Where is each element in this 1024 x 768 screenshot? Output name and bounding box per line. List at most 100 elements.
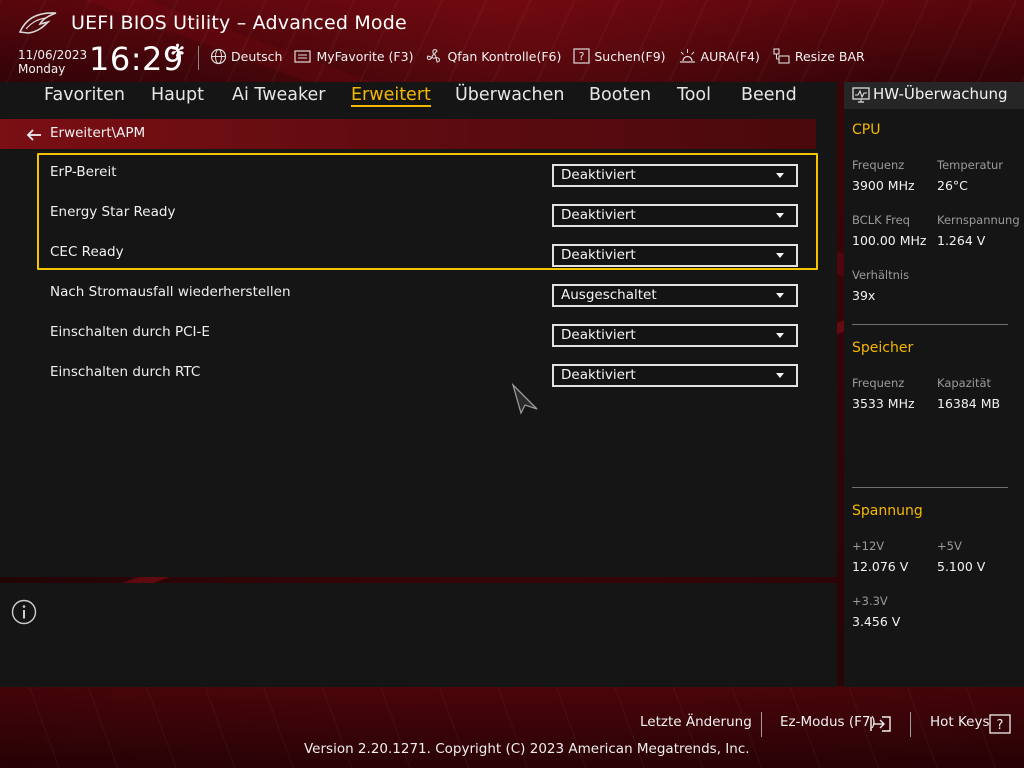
mem-freq-label: Frequenz — [852, 376, 905, 390]
footer-divider — [761, 712, 762, 737]
caret-down-icon — [776, 293, 784, 298]
mouse-pointer-icon — [511, 382, 539, 419]
caret-down-icon — [776, 253, 784, 258]
date-text: 11/06/2023 — [18, 48, 88, 62]
erp-dropdown[interactable]: Deaktiviert — [552, 164, 798, 187]
ratio-label: Verhältnis — [852, 268, 910, 282]
tab-ai-tweaker[interactable]: Ai Tweaker — [232, 85, 325, 105]
tab-ueberwachen[interactable]: Überwachen — [455, 85, 565, 105]
aura-light-icon — [678, 48, 697, 64]
hot-keys-button[interactable]: Hot Keys — [930, 714, 990, 730]
v12-value: 12.076 V — [852, 559, 909, 574]
vcore-value: 1.264 V — [937, 233, 986, 248]
language-label: Deutsch — [231, 48, 283, 64]
setting-label: Energy Star Ready — [50, 204, 176, 220]
dropdown-value: Deaktiviert — [561, 167, 636, 183]
footer-divider — [910, 712, 911, 737]
info-icon — [11, 599, 37, 629]
ratio-value: 39x — [852, 288, 876, 303]
tab-haupt[interactable]: Haupt — [151, 85, 204, 105]
bclk-label: BCLK Freq — [852, 213, 910, 227]
v33-label: +3.3V — [852, 594, 888, 608]
gear-icon[interactable]: ✻ — [170, 41, 185, 62]
memory-heading: Speicher — [852, 340, 914, 356]
svg-text:?: ? — [579, 50, 585, 63]
myfavorite-icon — [294, 49, 312, 64]
dropdown-value: Deaktiviert — [561, 207, 636, 223]
dropdown-value: Deaktiviert — [561, 327, 636, 343]
setting-row-erp: ErP-Bereit Deaktiviert — [0, 164, 837, 204]
v12-label: +12V — [852, 539, 885, 553]
breadcrumb: Erweitert\APM — [0, 119, 816, 149]
cpu-freq-value: 3900 MHz — [852, 178, 915, 193]
app-title: UEFI BIOS Utility – Advanced Mode — [71, 12, 407, 34]
cpu-heading: CPU — [852, 122, 881, 138]
setting-row-power-loss: Nach Stromausfall wiederherstellen Ausge… — [0, 284, 837, 324]
mem-freq-value: 3533 MHz — [852, 396, 915, 411]
myfavorite-label: MyFavorite (F3) — [316, 48, 414, 64]
cec-dropdown[interactable]: Deaktiviert — [552, 244, 798, 267]
caret-down-icon — [776, 373, 784, 378]
tab-erweitert[interactable]: Erweitert — [351, 85, 431, 107]
language-button[interactable]: Deutsch — [210, 48, 282, 65]
monitor-icon — [852, 87, 870, 108]
setting-label: Nach Stromausfall wiederherstellen — [50, 284, 291, 300]
tab-booten[interactable]: Booten — [589, 85, 651, 105]
back-arrow-icon[interactable] — [26, 127, 42, 146]
globe-icon — [210, 48, 227, 65]
tab-beend[interactable]: Beend — [741, 85, 797, 105]
search-label: Suchen(F9) — [594, 48, 666, 64]
tab-tool[interactable]: Tool — [677, 85, 711, 105]
hw-monitor-header: HW-Überwachung — [844, 82, 1024, 109]
bclk-value: 100.00 MHz — [852, 233, 927, 248]
setting-row-rtc-wake: Einschalten durch RTC Deaktiviert — [0, 364, 837, 404]
help-panel — [0, 583, 837, 687]
last-change-button[interactable]: Letzte Änderung — [640, 714, 752, 730]
vcore-label: Kernspannung — [937, 213, 1020, 227]
resize-bar-button[interactable]: Resize BAR — [772, 47, 865, 65]
hw-monitor-panel: HW-Überwachung CPU Frequenz Temperatur 3… — [844, 82, 1024, 687]
tab-favoriten[interactable]: Favoriten — [44, 85, 125, 105]
rtc-wake-dropdown[interactable]: Deaktiviert — [552, 364, 798, 387]
pcie-wake-dropdown[interactable]: Deaktiviert — [552, 324, 798, 347]
setting-row-cec: CEC Ready Deaktiviert — [0, 244, 837, 284]
setting-label: CEC Ready — [50, 244, 124, 260]
cpu-temp-value: 26°C — [937, 178, 968, 193]
setting-label: Einschalten durch RTC — [50, 364, 201, 380]
main-nav-tabs: Favoriten Haupt Ai Tweaker Erweitert Übe… — [0, 82, 837, 112]
fan-icon — [425, 48, 443, 65]
power-loss-dropdown[interactable]: Ausgeschaltet — [552, 284, 798, 307]
myfavorite-button[interactable]: MyFavorite (F3) — [294, 49, 413, 64]
mem-cap-label: Kapazität — [937, 376, 992, 390]
cpu-temp-label: Temperatur — [937, 158, 1004, 172]
exit-arrow-icon[interactable] — [870, 715, 892, 737]
dropdown-value: Ausgeschaltet — [561, 287, 657, 303]
aura-button[interactable]: AURA(F4) — [678, 48, 760, 64]
energy-star-dropdown[interactable]: Deaktiviert — [552, 204, 798, 227]
qfan-label: Qfan Kontrolle(F6) — [447, 48, 562, 64]
help-question-icon[interactable]: ? — [989, 714, 1011, 738]
dropdown-value: Deaktiviert — [561, 367, 636, 383]
v5-value: 5.100 V — [937, 559, 986, 574]
setting-row-energy-star: Energy Star Ready Deaktiviert — [0, 204, 837, 244]
date-display: 11/06/2023 Monday — [18, 48, 87, 76]
rog-logo — [18, 10, 58, 36]
header-divider — [198, 46, 199, 70]
hw-monitor-title: HW-Überwachung — [873, 85, 1008, 103]
search-button[interactable]: ? Suchen(F9) — [573, 48, 666, 64]
aura-label: AURA(F4) — [700, 48, 760, 64]
setting-label: ErP-Bereit — [50, 164, 117, 180]
cpu-freq-label: Frequenz — [852, 158, 905, 172]
breadcrumb-text: Erweitert\APM — [50, 125, 146, 141]
setting-label: Einschalten durch PCI-E — [50, 324, 210, 340]
main-panel: Favoriten Haupt Ai Tweaker Erweitert Übe… — [0, 82, 837, 577]
mem-cap-value: 16384 MB — [937, 396, 1001, 411]
section-divider — [852, 487, 1008, 488]
setting-row-pcie-wake: Einschalten durch PCI-E Deaktiviert — [0, 324, 837, 364]
ez-mode-button[interactable]: Ez-Modus (F7) — [780, 714, 876, 730]
version-text: Version 2.20.1271. Copyright (C) 2023 Am… — [304, 741, 750, 757]
v5-label: +5V — [937, 539, 962, 553]
caret-down-icon — [776, 173, 784, 178]
section-divider — [852, 324, 1008, 325]
qfan-button[interactable]: Qfan Kontrolle(F6) — [425, 48, 561, 65]
